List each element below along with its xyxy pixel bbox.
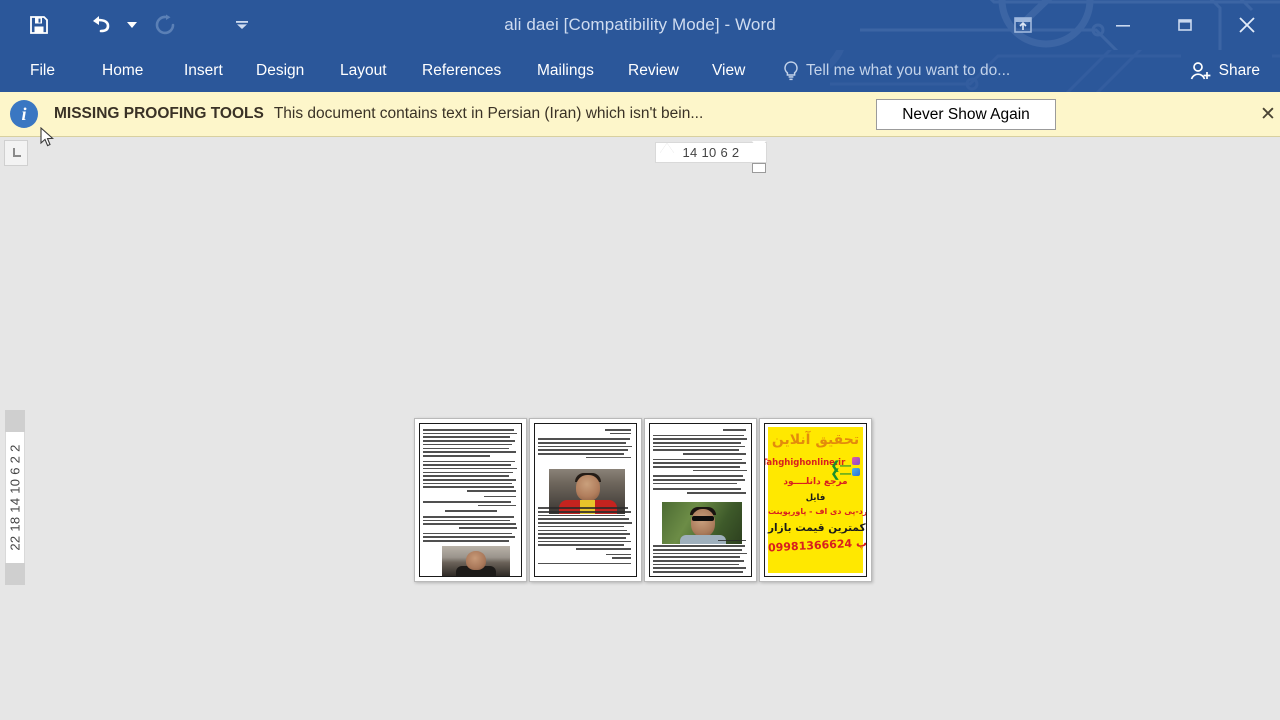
info-icon: i <box>10 100 38 128</box>
photo-detail <box>692 516 714 521</box>
minimize-button[interactable] <box>1100 0 1146 50</box>
text-block <box>423 460 518 492</box>
text-block <box>423 429 518 457</box>
tab-home[interactable]: Home <box>96 50 149 92</box>
missing-proofing-tools-message-bar: i MISSING PROOFING TOOLS This document c… <box>0 92 1280 137</box>
chevron-down-icon <box>127 21 137 28</box>
photo-detail <box>691 509 715 537</box>
left-indent-marker[interactable] <box>660 143 674 153</box>
message-bar-text: This document contains text in Persian (… <box>273 105 704 122</box>
text-block <box>538 553 633 559</box>
close-icon <box>1239 17 1255 33</box>
hanging-indent-marker[interactable] <box>752 152 766 162</box>
share-label: Share <box>1218 62 1260 79</box>
never-show-again-button[interactable]: Never Show Again <box>876 99 1056 130</box>
vertical-ruler-ticks: 22 18 14 10 6 2 2 <box>5 410 25 585</box>
undo-button[interactable] <box>86 0 118 50</box>
first-line-indent-marker[interactable] <box>752 141 766 151</box>
vertical-ruler-tick-labels: 22 18 14 10 6 2 2 <box>7 444 23 551</box>
text-block <box>423 516 518 529</box>
text-block <box>653 475 748 485</box>
app-icon <box>852 468 860 476</box>
text-block <box>538 429 633 435</box>
text-block <box>423 510 518 513</box>
undo-icon <box>93 16 110 33</box>
tab-design[interactable]: Design <box>250 50 310 92</box>
title-bar-decoration <box>860 0 1280 50</box>
chevron-down-icon <box>236 21 248 29</box>
text-block <box>653 429 748 431</box>
mouse-cursor <box>40 127 54 147</box>
portrait-photo-man-in-suit <box>442 546 510 576</box>
text-block <box>538 562 633 565</box>
document-page-1[interactable] <box>414 418 527 582</box>
text-block <box>653 458 748 472</box>
tab-mailings[interactable]: Mailings <box>531 50 600 92</box>
tab-stop-selector[interactable] <box>4 140 28 166</box>
text-block <box>538 438 633 459</box>
page-2-content <box>534 423 637 577</box>
ad-heading: تحقیق آنلاین <box>771 432 860 448</box>
save-icon <box>30 16 48 34</box>
lightbulb-icon <box>784 61 798 81</box>
document-page-2[interactable] <box>529 418 642 582</box>
undo-dropdown-button[interactable] <box>124 0 140 50</box>
document-page-thumbnails: تحقیق آنلاین Tahghighonline.ir مرجع دانل… <box>414 418 872 582</box>
restore-button[interactable] <box>1162 0 1208 50</box>
ribbon-tab-strip: File Home Insert Design Layout Reference… <box>0 50 1280 92</box>
right-indent-marker[interactable] <box>752 163 766 173</box>
customize-quick-access-toolbar-button[interactable] <box>230 0 254 50</box>
ribbon-display-options-button[interactable] <box>1000 0 1046 50</box>
text-block <box>423 532 518 542</box>
text-block <box>423 501 518 507</box>
message-bar-title: MISSING PROOFING TOOLS <box>54 105 264 122</box>
close-button[interactable] <box>1224 0 1270 50</box>
redo-button[interactable] <box>150 0 182 50</box>
tab-view[interactable]: View <box>706 50 751 92</box>
page-4-content: تحقیق آنلاین Tahghighonline.ir مرجع دانل… <box>764 423 867 577</box>
title-bar: ali daei [Compatibility Mode] - Word <box>0 0 1280 50</box>
share-button[interactable]: Share <box>1180 54 1272 88</box>
message-bar-close-icon[interactable]: ✕ <box>1254 92 1280 137</box>
portrait-photo-man-with-sunglasses <box>662 502 742 544</box>
tell-me-search-box[interactable]: Tell me what you want to do... <box>806 50 1010 92</box>
tab-layout[interactable]: Layout <box>334 50 393 92</box>
restore-icon <box>1178 19 1192 31</box>
redo-icon <box>155 14 175 35</box>
ad-whatsapp: 09981366624 واتساپ <box>767 534 867 555</box>
app-icon <box>852 457 860 465</box>
text-block <box>653 434 748 455</box>
ad-formats: ورد-پی دی اف - پاورپوینت <box>768 507 867 516</box>
ribbon-display-icon <box>1014 17 1032 33</box>
save-button[interactable] <box>24 0 54 50</box>
ad-file-label: فایل <box>805 493 826 503</box>
photo-detail <box>576 475 600 501</box>
tab-references[interactable]: References <box>416 50 507 92</box>
document-page-3[interactable] <box>644 418 757 582</box>
text-block <box>653 545 748 573</box>
tab-file[interactable]: File <box>24 50 61 92</box>
left-tab-icon <box>12 147 21 157</box>
advertisement-banner: تحقیق آنلاین Tahghighonline.ir مرجع دانل… <box>765 427 867 573</box>
ad-price: با کمترین قیمت بازار <box>768 522 867 534</box>
tab-review[interactable]: Review <box>622 50 685 92</box>
arrow-left-icon: ❮— <box>830 468 851 480</box>
text-block <box>653 488 748 494</box>
text-block <box>423 495 518 498</box>
page-3-content <box>649 423 752 577</box>
document-page-4[interactable]: تحقیق آنلاین Tahghighonline.ir مرجع دانل… <box>759 418 872 582</box>
page-1-content <box>419 423 522 577</box>
tab-insert[interactable]: Insert <box>178 50 229 92</box>
person-add-icon <box>1190 62 1211 80</box>
minimize-icon <box>1116 25 1130 27</box>
